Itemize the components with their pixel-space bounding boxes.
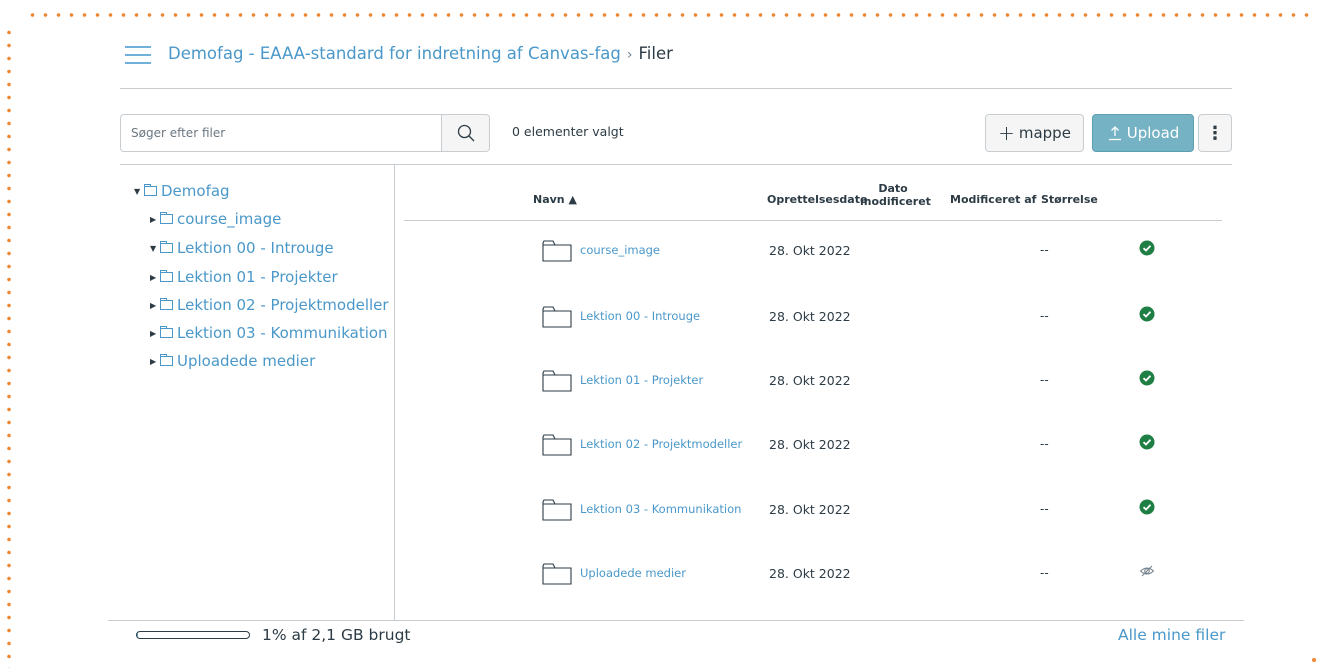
folder-icon	[160, 353, 173, 366]
created-date: 28. Okt 2022	[769, 437, 851, 452]
footer-divider	[108, 620, 1244, 621]
tree-item-label: Lektion 02 - Projektmodeller	[177, 296, 389, 314]
breadcrumb-course-link[interactable]: Demofag - EAAA-standard for indretning a…	[168, 44, 621, 63]
folder-icon	[542, 499, 572, 521]
created-date: 28. Okt 2022	[769, 243, 851, 258]
table-row[interactable]: course_image 28. Okt 2022 --	[404, 220, 1222, 284]
page-header: Demofag - EAAA-standard for indretning a…	[120, 38, 1232, 89]
created-date: 28. Okt 2022	[769, 502, 851, 517]
quota-progress-bar	[136, 631, 250, 639]
upload-button[interactable]: Upload	[1092, 114, 1194, 152]
breadcrumb-separator: ›	[626, 47, 633, 63]
tree-item-course-image[interactable]: ▶ course_image	[150, 208, 281, 231]
search-icon	[457, 124, 474, 142]
created-date: 28. Okt 2022	[769, 373, 851, 388]
collapsed-triangle-icon[interactable]: ▶	[150, 295, 160, 317]
created-date: 28. Okt 2022	[769, 566, 851, 581]
column-header-created[interactable]: Oprettelsesdato	[767, 193, 868, 206]
search-button[interactable]	[442, 114, 490, 152]
column-header-modified[interactable]: Dato modificeret	[860, 182, 931, 208]
upload-label: Upload	[1126, 124, 1180, 142]
tree-item-lektion-02[interactable]: ▶ Lektion 02 - Projektmodeller	[150, 294, 389, 317]
decorative-dot	[1312, 658, 1316, 662]
file-name-link[interactable]: Lektion 00 - Introuge	[580, 309, 700, 323]
folder-icon	[542, 240, 572, 262]
column-header-modified-line1: Dato	[878, 182, 908, 195]
table-row[interactable]: Lektion 02 - Projektmodeller 28. Okt 2022…	[404, 414, 1222, 478]
hamburger-menu-icon[interactable]	[125, 46, 151, 64]
expanded-triangle-icon[interactable]: ▼	[150, 238, 160, 260]
search-input[interactable]	[120, 114, 442, 152]
decorative-dotted-border-left	[6, 26, 12, 668]
decorative-dotted-border-top	[26, 12, 1316, 18]
published-icon[interactable]	[1139, 370, 1155, 386]
tree-divider	[394, 165, 395, 620]
tree-item-label: Uploadede medier	[177, 352, 316, 370]
upload-icon	[1108, 126, 1121, 141]
breadcrumb-current-page: Filer	[638, 44, 673, 63]
folder-icon	[144, 183, 157, 196]
collapsed-triangle-icon[interactable]: ▶	[150, 267, 160, 289]
add-folder-button[interactable]: + mappe	[985, 114, 1084, 152]
table-row[interactable]: Lektion 03 - Kommunikation 28. Okt 2022 --	[404, 479, 1222, 543]
folder-icon	[542, 563, 572, 585]
table-row[interactable]: Lektion 01 - Projekter 28. Okt 2022 --	[404, 350, 1222, 414]
file-name-link[interactable]: course_image	[580, 243, 660, 257]
folder-icon	[160, 297, 173, 310]
folder-icon	[160, 325, 173, 338]
folder-icon	[542, 370, 572, 392]
tree-item-uploadede-medier[interactable]: ▶ Uploadede medier	[150, 350, 315, 373]
file-size: --	[1040, 502, 1049, 516]
breadcrumb: Demofag - EAAA-standard for indretning a…	[168, 42, 673, 67]
file-name-link[interactable]: Lektion 02 - Projektmodeller	[580, 437, 742, 451]
content-divider	[120, 164, 1232, 165]
file-name-link[interactable]: Uploadede medier	[580, 566, 686, 580]
folder-icon	[160, 211, 173, 224]
table-row[interactable]: Lektion 00 - Introuge 28. Okt 2022 --	[404, 286, 1222, 350]
folder-icon	[160, 240, 173, 253]
tree-item-lektion-03[interactable]: ▶ Lektion 03 - Kommunikation	[150, 322, 388, 345]
quota-progress-fill	[137, 632, 139, 638]
created-date: 28. Okt 2022	[769, 309, 851, 324]
tree-item-lektion-01[interactable]: ▶ Lektion 01 - Projekter	[150, 266, 338, 289]
quota-text: 1% af 2,1 GB brugt	[262, 626, 411, 644]
selected-count: 0 elementer valgt	[512, 124, 624, 139]
tree-item-label: Lektion 01 - Projekter	[177, 268, 338, 286]
tree-item-root[interactable]: ▼ Demofag	[134, 180, 230, 203]
file-size: --	[1040, 309, 1049, 323]
published-icon[interactable]	[1139, 306, 1155, 322]
tree-item-label: Lektion 00 - Introuge	[177, 239, 334, 257]
folder-icon	[542, 306, 572, 328]
folder-icon	[160, 269, 173, 282]
column-header-modified-by[interactable]: Modificeret af	[950, 193, 1036, 206]
published-icon[interactable]	[1139, 499, 1155, 515]
hidden-icon[interactable]	[1139, 563, 1155, 579]
published-icon[interactable]	[1139, 240, 1155, 256]
collapsed-triangle-icon[interactable]: ▶	[150, 209, 160, 231]
all-my-files-link[interactable]: Alle mine filer	[1118, 626, 1225, 644]
file-name-link[interactable]: Lektion 01 - Projekter	[580, 373, 703, 387]
published-icon[interactable]	[1139, 434, 1155, 450]
file-search	[120, 114, 490, 152]
file-size: --	[1040, 243, 1049, 257]
more-options-button[interactable]: ⋮	[1198, 114, 1232, 152]
collapsed-triangle-icon[interactable]: ▶	[150, 351, 160, 373]
column-header-modified-line2: modificeret	[860, 195, 931, 208]
table-row[interactable]: Uploadede medier 28. Okt 2022 --	[404, 543, 1222, 607]
folder-icon	[542, 434, 572, 456]
collapsed-triangle-icon[interactable]: ▶	[150, 323, 160, 345]
add-folder-label: mappe	[1018, 124, 1071, 142]
file-name-link[interactable]: Lektion 03 - Kommunikation	[580, 502, 741, 516]
tree-item-label: Demofag	[161, 182, 230, 200]
tree-item-lektion-00[interactable]: ▼ Lektion 00 - Introuge	[150, 237, 334, 260]
expanded-triangle-icon[interactable]: ▼	[134, 181, 144, 203]
plus-icon: +	[998, 121, 1015, 145]
file-size: --	[1040, 437, 1049, 451]
tree-item-label: course_image	[177, 210, 282, 228]
column-header-name[interactable]: Navn ▲	[533, 193, 577, 206]
file-size: --	[1040, 373, 1049, 387]
tree-item-label: Lektion 03 - Kommunikation	[177, 324, 388, 342]
file-size: --	[1040, 566, 1049, 580]
column-header-size[interactable]: Størrelse	[1041, 193, 1098, 206]
